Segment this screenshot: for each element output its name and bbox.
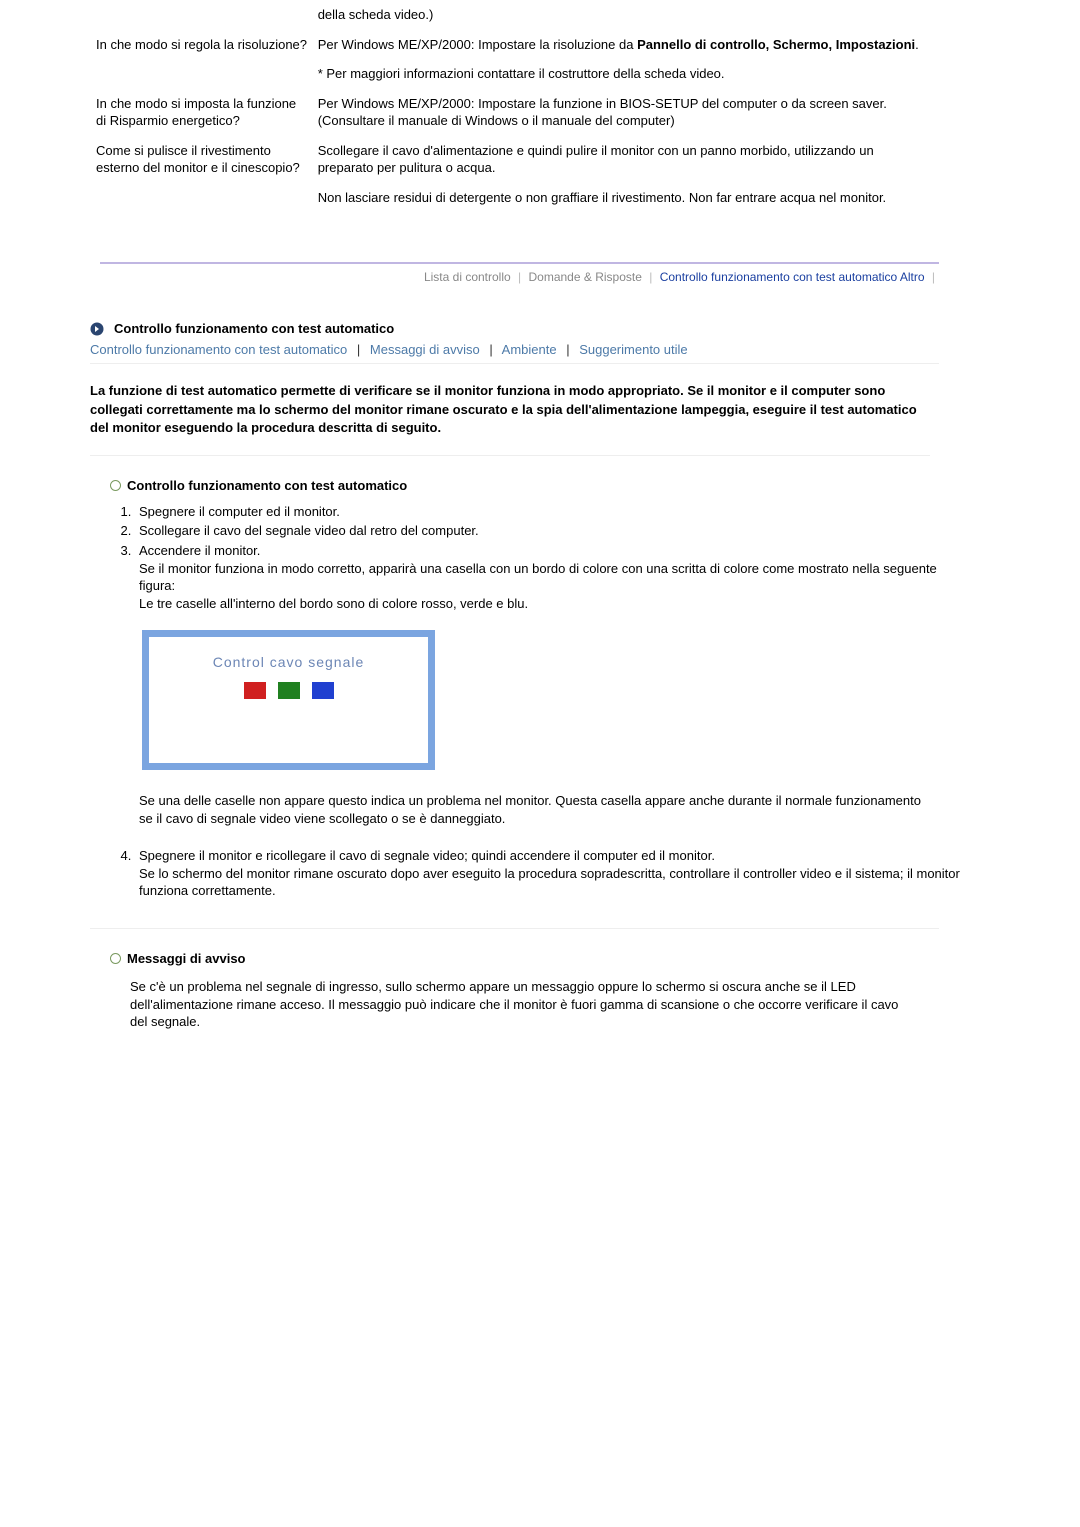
subheading-selftest-text: Controllo funzionamento con test automat… [127, 478, 407, 493]
step-3-post-text: Se una delle caselle non appare questo i… [139, 792, 929, 827]
arrow-circle-icon [90, 322, 104, 336]
faq-answer-1-post: . [915, 37, 919, 52]
step-3-line-b: Se il monitor funziona in modo corretto,… [139, 560, 965, 595]
step-1: Spegnere il computer ed il monitor. [135, 503, 965, 521]
red-square-icon [244, 682, 266, 699]
section-divider [90, 928, 939, 929]
faq-answer-1-bold: Pannello di controllo, Schermo, Impostaz… [637, 37, 915, 52]
tab-separator-icon: | [514, 270, 525, 284]
subheading-selftest: Controllo funzionamento con test automat… [110, 478, 1080, 493]
faq-answer-3b: Non lasciare residui di detergente o non… [318, 183, 939, 213]
tab-selftest[interactable]: Controllo funzionamento con test automat… [660, 270, 925, 284]
faq-answer-2: Per Windows ME/XP/2000: Impostare la fun… [318, 89, 939, 136]
sublink-environment[interactable]: Ambiente [502, 342, 557, 357]
sub-links: Controllo funzionamento con test automat… [90, 342, 939, 364]
faq-answer-0: della scheda video.) [318, 0, 939, 30]
sublink-tips[interactable]: Suggerimento utile [579, 342, 687, 357]
faq-question-3: Come si pulisce il rivestimento esterno … [96, 136, 318, 213]
page-container: della scheda video.) In che modo si rego… [0, 0, 1080, 1071]
faq-row-2: In che modo si imposta la funzione di Ri… [96, 89, 939, 136]
step-4-line-b: Se lo schermo del monitor rimane oscurat… [139, 865, 965, 900]
faq-answer-3a: Scollegare il cavo d'alimentazione e qui… [318, 136, 939, 183]
faq-table: della scheda video.) In che modo si rego… [96, 0, 939, 212]
bullet-icon [110, 953, 121, 964]
tab-qa[interactable]: Domande & Risposte [529, 270, 642, 284]
green-square-icon [278, 682, 300, 699]
faq-question-2: In che modo si imposta la funzione di Ri… [96, 89, 318, 136]
faq-answer-1: Per Windows ME/XP/2000: Impostare la ris… [318, 30, 939, 89]
self-test-label: Control cavo segnale [149, 653, 428, 672]
warnings-body: Se c'è un problema nel segnale di ingres… [130, 978, 915, 1031]
faq-row-1: In che modo si regola la risoluzione? Pe… [96, 30, 939, 89]
step-4-line-a: Spegnere il monitor e ricollegare il cav… [139, 847, 965, 865]
sublink-warnings[interactable]: Messaggi di avviso [370, 342, 480, 357]
step-4: Spegnere il monitor e ricollegare il cav… [135, 847, 965, 900]
section-tabs: Lista di controllo | Domande & Risposte … [100, 262, 939, 286]
sublink-selftest[interactable]: Controllo funzionamento con test automat… [90, 342, 347, 357]
step-2-text: Scollegare il cavo del segnale video dal… [139, 522, 965, 540]
tab-separator-icon: | [928, 270, 939, 284]
self-test-illustration: Control cavo segnale [142, 630, 435, 770]
subheading-warnings: Messaggi di avviso [110, 951, 1080, 966]
main-heading-row: Controllo funzionamento con test automat… [90, 321, 1080, 336]
step-3: Accendere il monitor. Se il monitor funz… [135, 542, 965, 827]
pipe-separator-icon: | [483, 342, 498, 357]
steps-list: Spegnere il computer ed il monitor. Scol… [95, 503, 965, 900]
step-3-line-c: Le tre caselle all'interno del bordo son… [139, 595, 965, 613]
main-heading: Controllo funzionamento con test automat… [114, 321, 394, 336]
faq-answer-1-pre: Per Windows ME/XP/2000: Impostare la ris… [318, 37, 637, 52]
faq-row-3: Come si pulisce il rivestimento esterno … [96, 136, 939, 183]
faq-answer-1-line2: * Per maggiori informazioni contattare i… [318, 66, 725, 81]
faq-row-0: della scheda video.) [96, 0, 939, 30]
faq-question-1: In che modo si regola la risoluzione? [96, 30, 318, 89]
blue-square-icon [312, 682, 334, 699]
pipe-separator-icon: | [351, 342, 366, 357]
color-squares [149, 682, 428, 699]
step-1-text: Spegnere il computer ed il monitor. [139, 503, 965, 521]
step-3-line-a: Accendere il monitor. [139, 542, 965, 560]
subheading-warnings-text: Messaggi di avviso [127, 951, 246, 966]
bullet-icon [110, 480, 121, 491]
intro-paragraph: La funzione di test automatico permette … [90, 382, 930, 456]
tab-checklist[interactable]: Lista di controllo [424, 270, 511, 284]
step-2: Scollegare il cavo del segnale video dal… [135, 522, 965, 540]
tab-separator-icon: | [645, 270, 656, 284]
pipe-separator-icon: | [560, 342, 575, 357]
